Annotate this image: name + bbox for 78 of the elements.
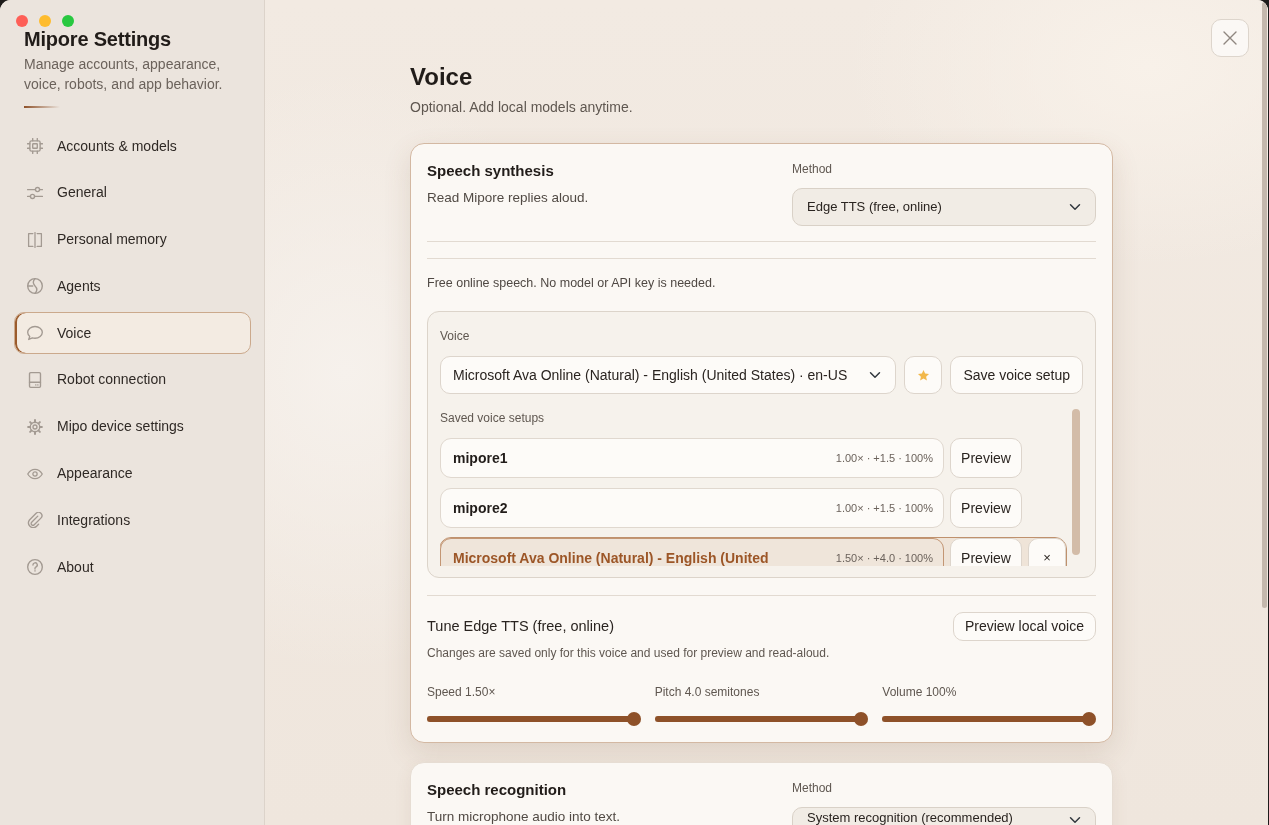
sidebar-item[interactable]: Personal memory xyxy=(14,218,251,261)
section-description: Read Mipore replies aloud. xyxy=(427,189,590,207)
sidebar-item-label: Personal memory xyxy=(57,230,167,250)
slider-label: Speed 1.50× xyxy=(427,684,497,700)
zoom-window-icon[interactable] xyxy=(62,15,74,27)
scrollbar-thumb[interactable] xyxy=(1072,409,1080,555)
close-button[interactable] xyxy=(1211,19,1249,57)
voice-select[interactable]: Microsoft Ava Online (Natural) - English (United States) · en-US xyxy=(440,356,896,394)
settings-icon xyxy=(27,418,43,435)
sidebar-item[interactable]: Accounts & models xyxy=(14,125,251,167)
app-title: Mipore Settings xyxy=(24,27,172,51)
minimize-window-icon[interactable] xyxy=(39,15,51,27)
split-panel-icon xyxy=(27,231,43,248)
sidebar-item-label: General xyxy=(57,183,107,203)
preview-button[interactable]: Preview xyxy=(950,538,1022,566)
slider-thumb[interactable] xyxy=(626,712,641,726)
method-label: Method xyxy=(792,780,834,796)
app-description: Manage accounts, appearance, voice, robots, and app behavior. xyxy=(24,55,224,94)
section-description: Turn microphone audio into text. xyxy=(427,808,622,825)
paperclip-icon xyxy=(27,512,43,529)
help-icon xyxy=(27,559,43,576)
close-icon xyxy=(1223,31,1237,45)
delete-button[interactable]: × xyxy=(1028,538,1066,566)
setup-name: mipore2 xyxy=(453,498,508,518)
sidebar-item-label: Mipo device settings xyxy=(57,417,184,437)
sidebar-item[interactable]: General xyxy=(14,171,251,214)
sidebar-item[interactable]: Robot connection xyxy=(14,359,251,401)
slider-thumb[interactable] xyxy=(1082,712,1096,726)
sidebar-item[interactable]: Mipo device settings xyxy=(14,405,251,448)
slider-thumb[interactable] xyxy=(854,712,869,726)
info-text: Free online speech. No model or API key is needed. xyxy=(427,275,717,292)
setup-stats: 1.00× · +1.5 · 100% xyxy=(835,500,933,516)
sidebar-item[interactable]: Agents xyxy=(14,265,251,308)
saved-setups-label: Saved voice setups xyxy=(440,410,546,426)
star-icon xyxy=(916,368,930,382)
sidebar-item[interactable]: About xyxy=(14,546,251,589)
sidebar-item[interactable]: Integrations xyxy=(14,499,251,542)
page-title: Voice xyxy=(410,62,474,92)
saved-setup-item[interactable]: mipore1 1.00× · +1.5 · 100% xyxy=(440,438,944,478)
globe-icon xyxy=(27,278,43,295)
voice-label: Voice xyxy=(440,328,471,344)
preview-button[interactable]: Preview xyxy=(950,438,1022,478)
chip-icon xyxy=(27,138,43,154)
device-icon xyxy=(27,372,43,388)
preview-local-voice-button[interactable]: Preview local voice xyxy=(952,612,1096,641)
save-voice-button[interactable]: Save voice setup xyxy=(950,356,1083,394)
sidebar-item-label: Accounts & models xyxy=(57,136,177,156)
close-window-icon[interactable] xyxy=(16,15,28,27)
sidebar-item-label: Robot connection xyxy=(57,370,166,390)
tune-note: Changes are saved only for this voice and used for preview and read-aloud. xyxy=(427,645,831,661)
page-subtitle: Optional. Add local models anytime. xyxy=(410,98,634,117)
setup-stats: 1.00× · +1.5 · 100% xyxy=(835,450,933,466)
method-select[interactable]: System recognition (recommended) xyxy=(792,807,1096,825)
setup-name: mipore1 xyxy=(453,448,508,468)
scrollbar-thumb[interactable] xyxy=(1262,2,1267,608)
sidebar-item-label: Agents xyxy=(57,276,101,296)
sidebar-item-label: About xyxy=(57,557,94,577)
tune-title: Tune Edge TTS (free, online) xyxy=(427,616,614,636)
setup-stats: 1.50× · +4.0 · 100% xyxy=(835,550,933,566)
saved-setup-item[interactable]: mipore2 1.00× · +1.5 · 100% xyxy=(440,488,944,528)
slider-label: Pitch 4.0 semitones xyxy=(654,684,761,700)
sliders-icon xyxy=(27,184,43,201)
method-label: Method xyxy=(792,161,834,177)
sidebar-item[interactable]: Voice xyxy=(14,312,251,355)
method-select[interactable]: Edge TTS (free, online) xyxy=(792,188,1096,226)
sidebar-item-label: Integrations xyxy=(57,510,131,530)
saved-setup-item[interactable]: Microsoft Ava Online (Natural) - English (United 1.50× · +4.0 · 100% xyxy=(440,538,944,566)
sidebar-item-label: Voice xyxy=(57,323,92,343)
accent-line xyxy=(24,106,60,108)
favorite-button[interactable] xyxy=(903,356,943,394)
slider-label: Volume 100% xyxy=(882,684,958,700)
preview-button[interactable]: Preview xyxy=(950,488,1022,528)
section-title: Speech synthesis xyxy=(427,161,555,181)
setup-name: Microsoft Ava Online (Natural) - English (United xyxy=(453,548,769,566)
sidebar-item-label: Appearance xyxy=(57,464,133,484)
speech-bubble-icon xyxy=(27,325,43,342)
sidebar-item[interactable]: Appearance xyxy=(14,452,251,495)
section-title: Speech recognition xyxy=(427,780,568,800)
